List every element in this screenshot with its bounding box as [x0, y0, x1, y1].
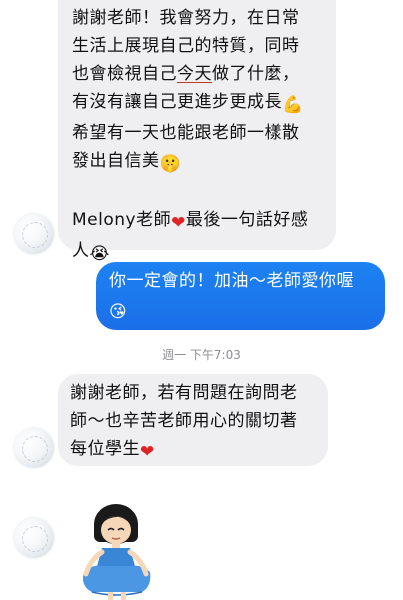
shushing-face-icon: 🤫	[159, 154, 182, 174]
message-line: 希望有一天也能跟老師一樣散	[72, 123, 300, 143]
message-line: 師～也辛苦老師用心的關切著	[70, 411, 298, 431]
message-line: 有沒有讓自己更進步更成長💪	[72, 88, 322, 119]
underlined-text: 今天	[177, 64, 212, 84]
message-line: 每位學生❤	[70, 435, 316, 466]
message-line: 謝謝老師，若有問題在詢問老	[70, 383, 298, 403]
message-line: 發出自信美🤫	[72, 147, 322, 178]
message-text: 有沒有讓自己更進步更成長	[72, 92, 282, 112]
message-text: 也會檢視自己	[72, 64, 177, 84]
outgoing-message-bubble[interactable]: 你一定會的！加油～老師愛你喔 😘	[96, 262, 385, 330]
message-line: 謝謝老師！我會努力，在日常	[72, 8, 300, 28]
message-text: 做了什麼，	[212, 64, 300, 84]
message-line: 生活上展現自己的特質，同時	[72, 36, 300, 56]
message-text: 每位學生	[70, 439, 140, 459]
chat-thread[interactable]: 謝謝老師！我會努力，在日常 生活上展現自己的特質，同時 也會檢視自己今天做了什麼…	[0, 0, 403, 600]
contact-avatar-icon[interactable]	[14, 428, 54, 468]
girl-sticker-icon[interactable]	[72, 500, 162, 600]
message-line: 你一定會的！加油～老師愛你喔	[109, 271, 354, 291]
incoming-message-bubble[interactable]: 謝謝老師，若有問題在詢問老 師～也辛苦老師用心的關切著 每位學生❤	[58, 374, 328, 466]
flexed-biceps-icon: 💪	[282, 95, 304, 115]
contact-avatar-icon[interactable]	[14, 214, 54, 254]
message-text: Melony老師	[72, 210, 172, 230]
message-line: 😘	[109, 295, 373, 326]
message-text: 人	[72, 241, 90, 261]
red-heart-icon: ❤	[171, 213, 186, 233]
message-text: 最後一句話好感	[185, 210, 309, 230]
face-blowing-kiss-icon: 😘	[109, 302, 128, 322]
message-line: 也會檢視自己今天做了什麼，	[72, 60, 322, 88]
incoming-message-bubble[interactable]: 謝謝老師！我會努力，在日常 生活上展現自己的特質，同時 也會檢視自己今天做了什麼…	[58, 0, 336, 264]
message-line: Melony老師❤最後一句話好感	[72, 206, 322, 237]
contact-avatar-icon[interactable]	[14, 518, 54, 558]
red-heart-icon: ❤	[140, 442, 155, 462]
message-timestamp: 週一 下午7:03	[162, 348, 241, 362]
message-text: 發出自信美	[72, 151, 160, 171]
